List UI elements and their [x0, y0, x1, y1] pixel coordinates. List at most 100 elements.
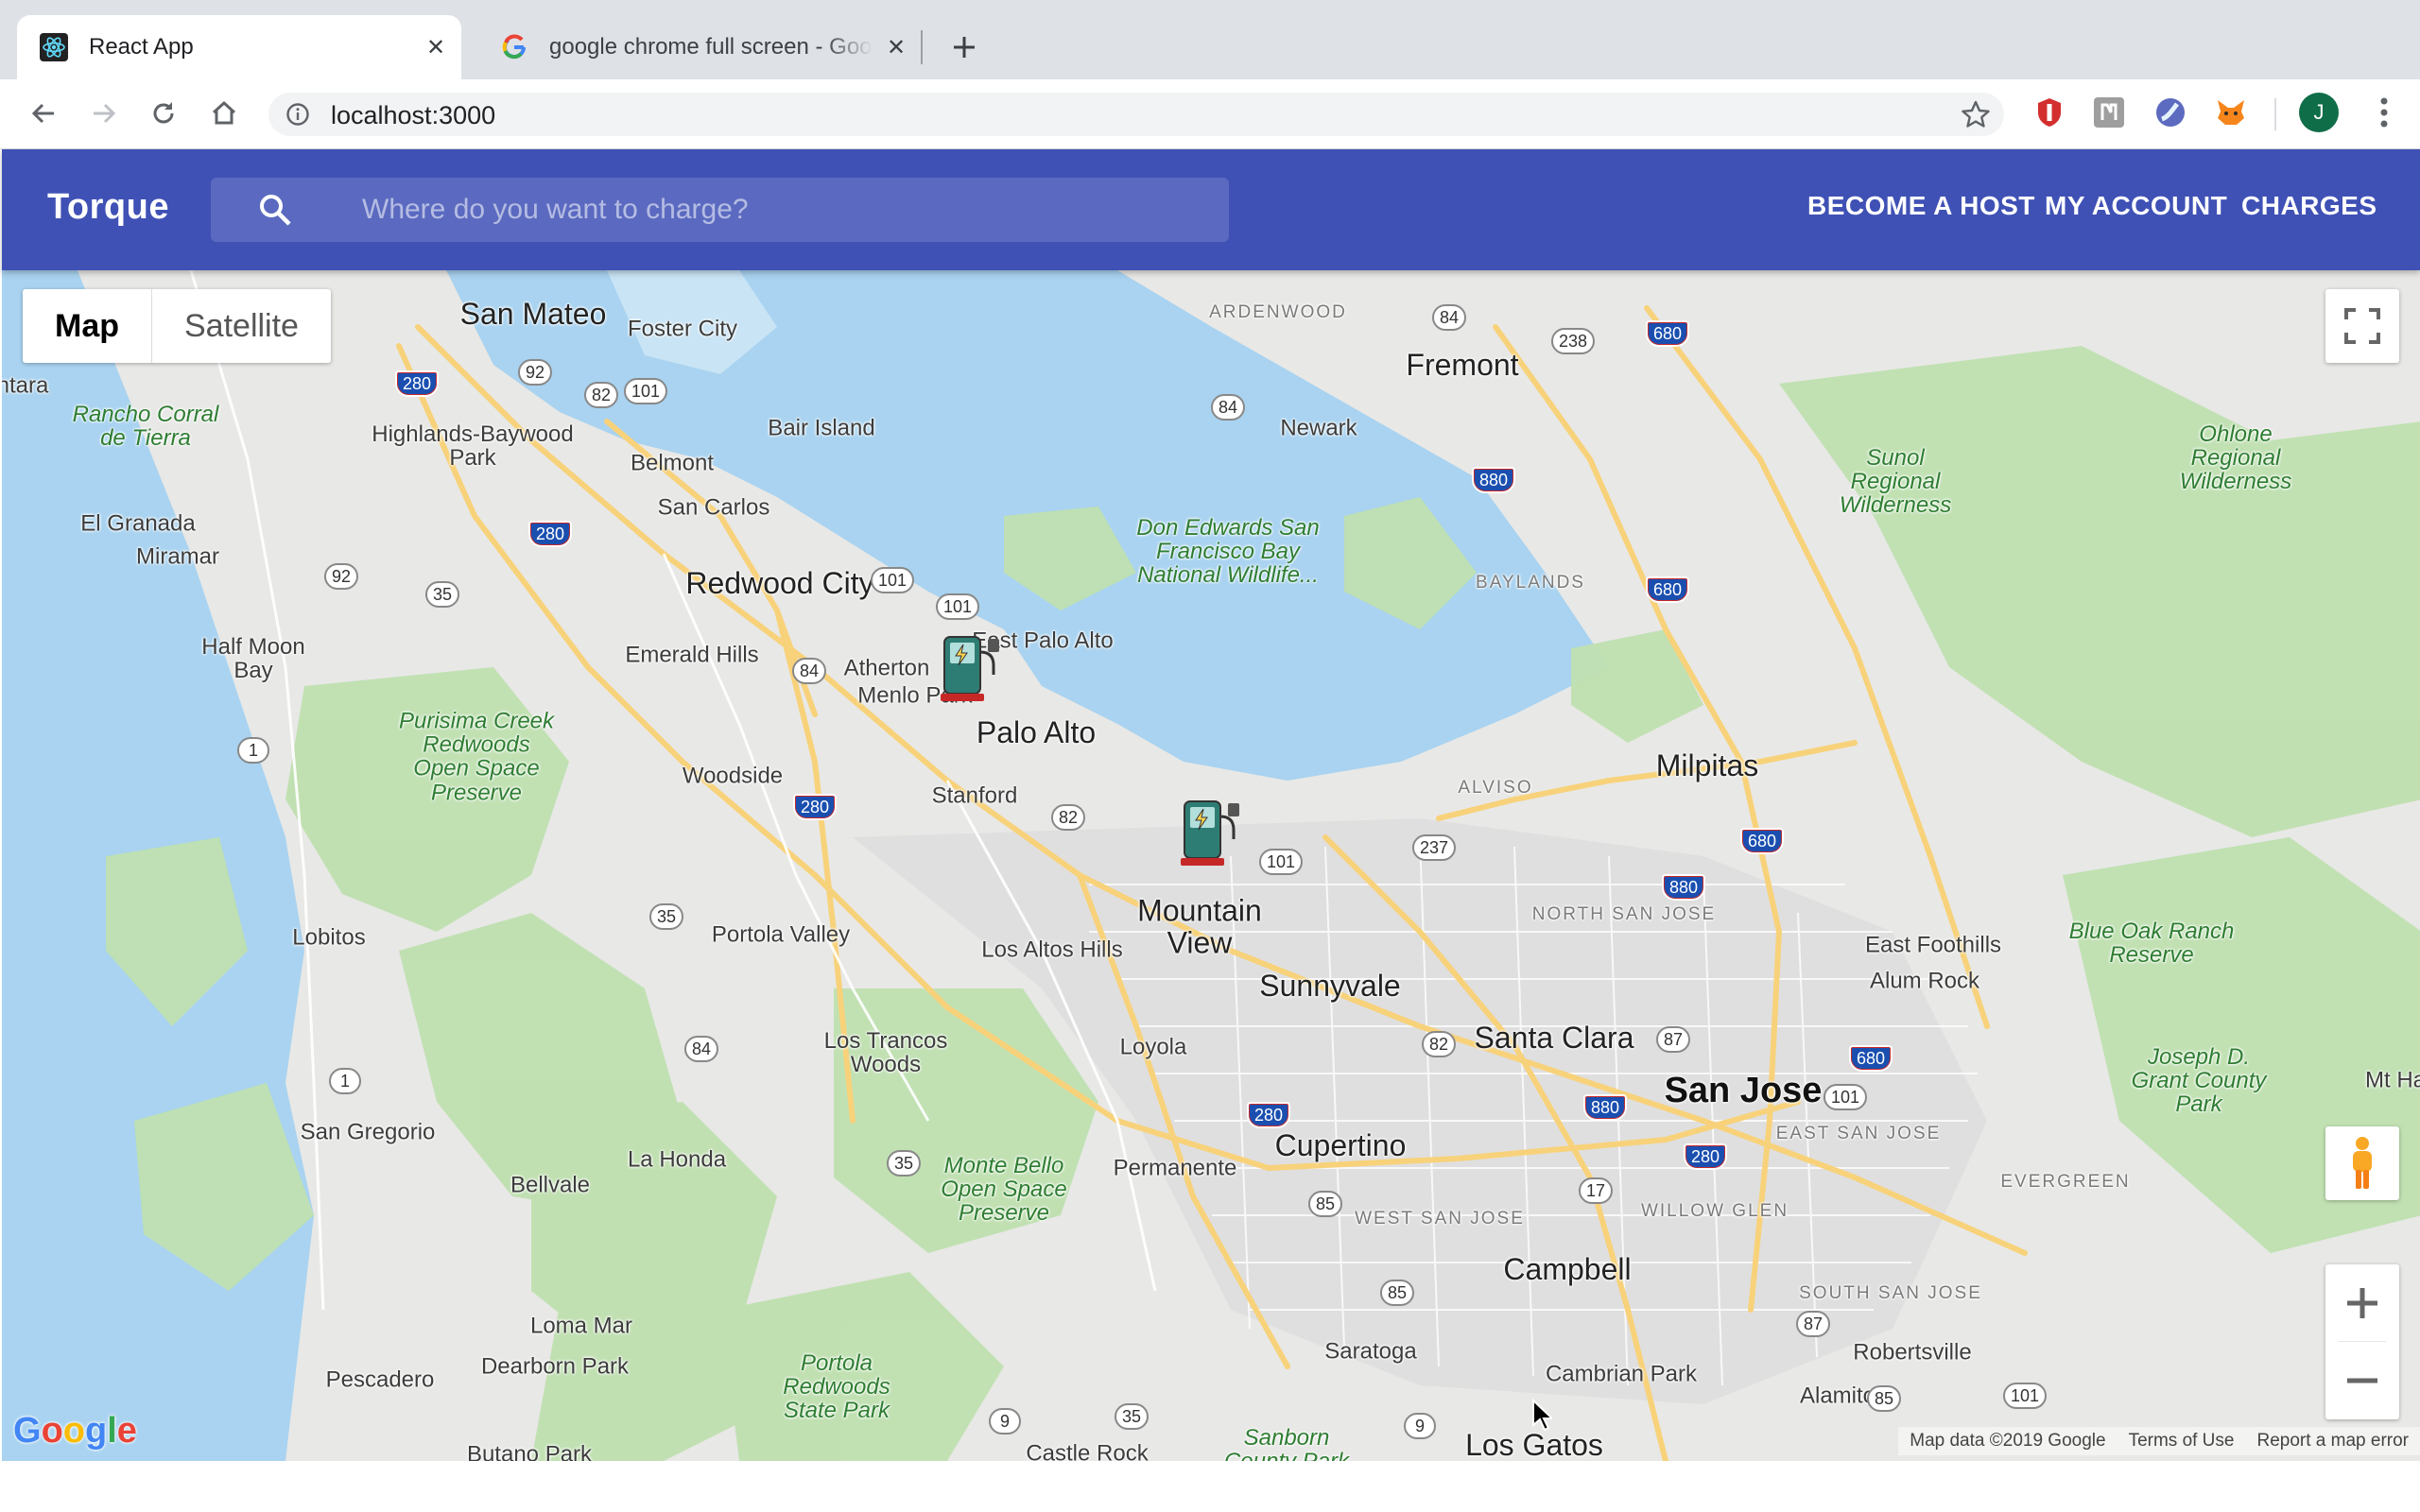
route-shield: 101 [935, 593, 980, 620]
map-label: Saratoga [1324, 1338, 1417, 1365]
map-label: NORTH SAN JOSE [1531, 904, 1717, 925]
fullscreen-button[interactable] [2325, 289, 2399, 363]
route-shield: 680 [1848, 1045, 1893, 1072]
info-icon[interactable] [285, 102, 310, 127]
map-label: Mt Ha [2364, 1067, 2420, 1093]
route-shield: 35 [424, 581, 460, 608]
map-label: Rancho Corral de Tierra [72, 401, 219, 451]
map-label: Milpitas [1655, 748, 1759, 783]
map-label: Portola Valley [711, 921, 851, 948]
route-shield: 35 [648, 903, 684, 930]
route-shield: 101 [870, 567, 915, 593]
map-label: Los Altos Hills [981, 936, 1123, 963]
back-button[interactable] [25, 94, 62, 132]
blue-extension-icon[interactable] [2153, 95, 2187, 129]
map-label: San Gregorio [300, 1119, 436, 1145]
charging-station-marker[interactable] [937, 633, 1003, 705]
location-search[interactable] [211, 178, 1229, 242]
grey-extension-icon[interactable] [2092, 95, 2126, 129]
map-label: Santa Clara [1474, 1021, 1634, 1056]
map-label: El Granada [80, 510, 196, 537]
google-logo[interactable]: Google [13, 1411, 137, 1452]
route-shield: 9 [1404, 1413, 1436, 1439]
map-data-credit: Map data ©2019 Google [1910, 1431, 2106, 1451]
search-icon [260, 195, 291, 226]
profile-avatar[interactable]: J [2299, 93, 2339, 132]
map-label: Lobitos [292, 924, 366, 951]
map-label: Purisima Creek Redwoods Open Space Prese… [398, 708, 555, 806]
route-shield: 82 [1050, 804, 1086, 831]
pegman-icon [2353, 1137, 2372, 1189]
route-shield: 880 [1661, 874, 1706, 901]
zoom-control [2325, 1264, 2399, 1419]
red-shield-extension-icon[interactable] [2032, 95, 2066, 129]
route-shield: 92 [323, 563, 359, 590]
route-shield: 280 [394, 370, 440, 397]
search-input[interactable] [362, 178, 1194, 242]
map-label: BAYLANDS [1476, 573, 1585, 593]
map-label: Pescadero [325, 1366, 435, 1393]
plus-icon [2347, 1288, 2377, 1318]
tab-google-search[interactable]: google chrome full screen - Google Searc… [477, 15, 922, 79]
metamask-fox-icon[interactable] [2214, 95, 2248, 129]
fullscreen-icon [2344, 308, 2380, 344]
home-button[interactable] [205, 94, 243, 132]
map-type-control: Map Satellite [23, 289, 331, 363]
map-canvas[interactable]: San Mateo Foster City ARDENWOOD Fremont … [2, 270, 2420, 1461]
reload-button[interactable] [145, 94, 182, 132]
charging-station-marker[interactable] [1177, 798, 1243, 869]
map-type-map-button[interactable]: Map [23, 289, 152, 363]
report-map-error-link[interactable]: Report a map error [2245, 1431, 2420, 1452]
map-label: Sunnyvale [1259, 969, 1401, 1004]
map-type-satellite-button[interactable]: Satellite [152, 289, 331, 363]
react-icon [40, 33, 68, 61]
route-shield: 238 [1550, 328, 1596, 354]
map-label: Joseph D. Grant County Park [2131, 1044, 2267, 1118]
map-label: East Foothills [1864, 932, 2002, 958]
terms-of-use-link[interactable]: Terms of Use [2118, 1431, 2246, 1452]
route-shield: 35 [886, 1150, 922, 1177]
route-shield: 680 [1645, 320, 1690, 347]
route-shield: 82 [1421, 1031, 1457, 1057]
chrome-menu-button[interactable] [2365, 93, 2403, 132]
tab-react-app[interactable]: React App ✕ [17, 15, 461, 79]
route-shield: 9 [989, 1408, 1021, 1435]
route-shield: 101 [1823, 1084, 1868, 1110]
my-account-button[interactable]: MY ACCOUNT [2045, 191, 2227, 221]
zoom-in-button[interactable] [2325, 1264, 2399, 1342]
map-label: Sanborn County Park [1224, 1424, 1349, 1461]
route-shield: 280 [527, 521, 573, 547]
route-shield: 35 [1114, 1403, 1150, 1430]
new-tab-button[interactable] [945, 28, 983, 66]
map-label: Sunol Regional Wilderness [1839, 445, 1952, 519]
bookmark-star-icon[interactable] [1961, 99, 1991, 129]
close-tab-icon[interactable]: ✕ [882, 33, 910, 61]
map-label: Belmont [630, 450, 715, 476]
map-label: Monte Bello Open Space Preserve [941, 1153, 1067, 1227]
map-label: Cupertino [1274, 1128, 1407, 1163]
app-header: Torque BECOME A HOST MY ACCOUNT CHARGES [2, 149, 2420, 270]
street-view-pegman-button[interactable] [2325, 1126, 2399, 1200]
map-label: Emerald Hills [625, 642, 759, 668]
map-label: Highlands-Baywood Park [372, 421, 574, 471]
browser-tab-strip: React App ✕ google chrome full screen - … [0, 0, 2420, 79]
close-tab-icon[interactable]: ✕ [422, 33, 450, 61]
become-a-host-button[interactable]: BECOME A HOST [1807, 191, 2035, 221]
map-label: Don Edwards San Francisco Bay National W… [1136, 515, 1320, 589]
map-label: Campbell [1503, 1252, 1632, 1287]
map-label: Robertsville [1853, 1339, 1972, 1366]
app-brand[interactable]: Torque [47, 187, 169, 228]
forward-button[interactable] [85, 94, 123, 132]
zoom-out-button[interactable] [2325, 1342, 2399, 1419]
map-label: Foster City [627, 316, 738, 342]
map-label: ARDENWOOD [1209, 302, 1347, 323]
address-bar[interactable]: localhost:3000 [268, 93, 2004, 136]
arrow-left-icon [31, 103, 54, 124]
zoom-divider [2339, 1341, 2386, 1342]
route-shield: 237 [1411, 834, 1457, 861]
map-label: ntara [2, 372, 49, 399]
url-text[interactable]: localhost:3000 [331, 101, 495, 130]
charges-button[interactable]: CHARGES [2241, 191, 2377, 221]
route-shield: 84 [791, 658, 827, 684]
route-shield: 880 [1471, 467, 1516, 493]
